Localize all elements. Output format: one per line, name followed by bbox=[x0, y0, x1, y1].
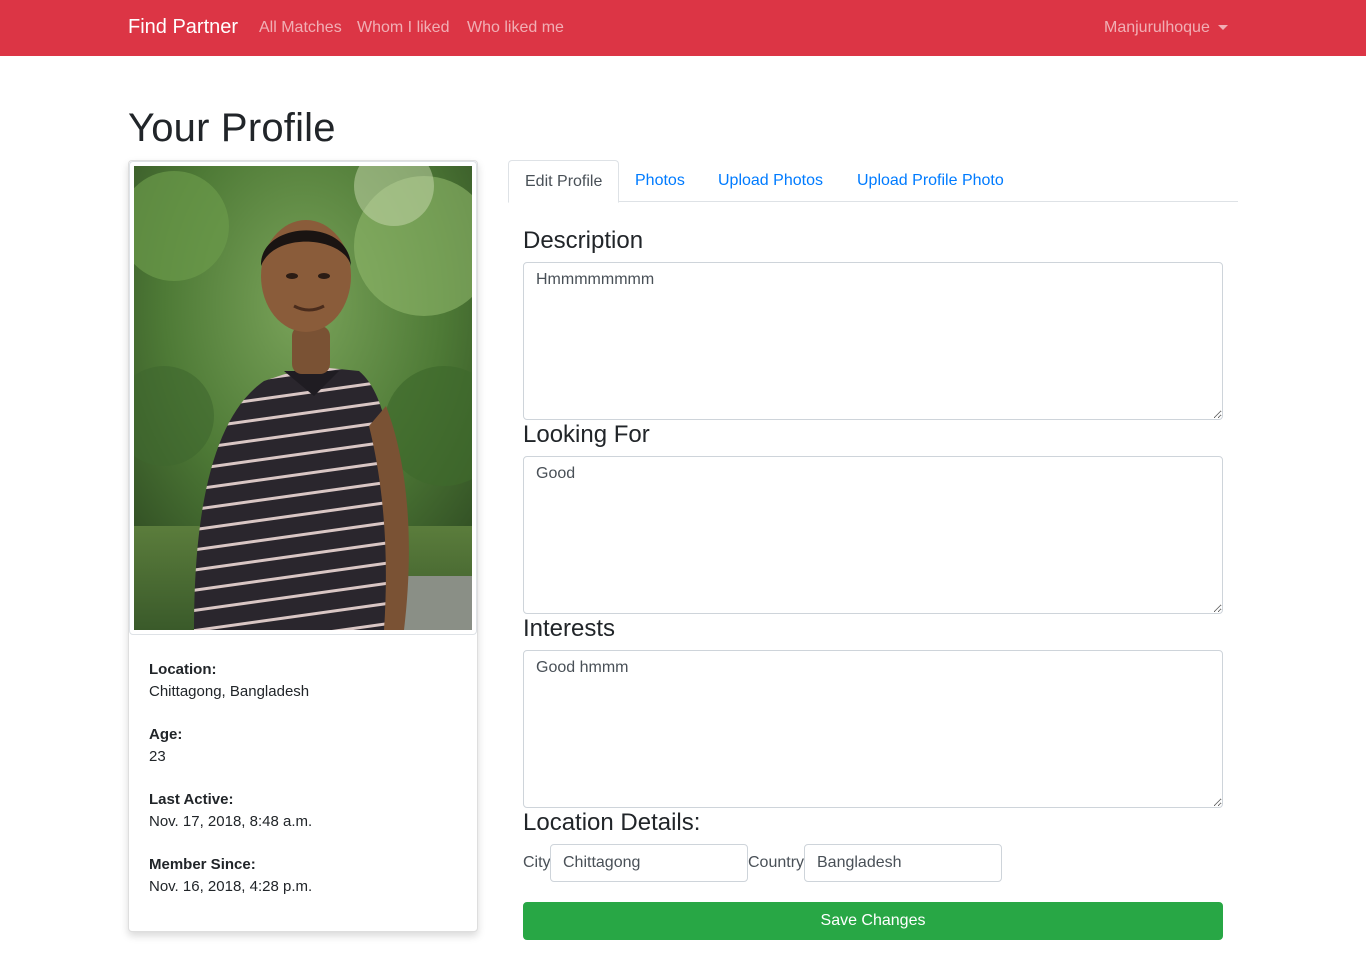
looking-for-textarea[interactable]: Good bbox=[523, 456, 1223, 614]
save-changes-button[interactable]: Save Changes bbox=[523, 902, 1223, 940]
interests-textarea[interactable]: Good hmmm bbox=[523, 650, 1223, 808]
info-location: Location: Chittagong, Bangladesh bbox=[149, 659, 449, 703]
profile-info: Location: Chittagong, Bangladesh Age: 23… bbox=[149, 659, 449, 919]
nav-whom-i-liked[interactable]: Whom I liked bbox=[357, 19, 449, 37]
info-label: Last Active: bbox=[149, 791, 234, 808]
city-label: City bbox=[523, 854, 551, 871]
info-age: Age: 23 bbox=[149, 724, 449, 768]
description-textarea[interactable]: Hmmmmmmmm bbox=[523, 262, 1223, 420]
city-input[interactable] bbox=[550, 844, 748, 882]
country-input[interactable] bbox=[804, 844, 1002, 882]
profile-card: Location: Chittagong, Bangladesh Age: 23… bbox=[128, 160, 478, 932]
info-member-since: Member Since: Nov. 16, 2018, 4:28 p.m. bbox=[149, 854, 449, 898]
info-last-active: Last Active: Nov. 17, 2018, 8:48 a.m. bbox=[149, 789, 449, 833]
tab-upload-photos[interactable]: Upload Photos bbox=[702, 160, 839, 202]
tab-edit-profile[interactable]: Edit Profile bbox=[508, 160, 620, 203]
nav-who-liked-me[interactable]: Who liked me bbox=[467, 19, 564, 37]
profile-photo bbox=[134, 166, 472, 630]
location-details-heading: Location Details: bbox=[523, 809, 701, 836]
looking-for-heading: Looking For bbox=[523, 421, 650, 448]
info-value: 23 bbox=[149, 748, 166, 765]
info-value: Nov. 17, 2018, 8:48 a.m. bbox=[149, 813, 313, 830]
info-value: Chittagong, Bangladesh bbox=[149, 683, 310, 700]
nav-all-matches[interactable]: All Matches bbox=[259, 19, 342, 37]
info-label: Member Since: bbox=[149, 856, 256, 873]
country-label: Country bbox=[748, 854, 805, 871]
caret-down-icon bbox=[1217, 24, 1228, 30]
user-name: Manjurulhoque bbox=[1104, 19, 1210, 36]
profile-photo-frame bbox=[129, 161, 477, 635]
profile-tabs: Edit Profile Photos Upload Photos Upload… bbox=[508, 160, 1238, 203]
interests-heading: Interests bbox=[523, 615, 616, 642]
user-menu-dropdown[interactable]: Manjurulhoque bbox=[1104, 19, 1228, 37]
tab-photos[interactable]: Photos bbox=[619, 160, 701, 202]
info-value: Nov. 16, 2018, 4:28 p.m. bbox=[149, 878, 313, 895]
page-title: Your Profile bbox=[128, 106, 336, 150]
info-label: Age: bbox=[149, 726, 183, 743]
tab-upload-profile-photo[interactable]: Upload Profile Photo bbox=[841, 160, 1020, 202]
info-label: Location: bbox=[149, 661, 217, 678]
top-navbar: Find Partner All Matches Whom I liked Wh… bbox=[0, 0, 1366, 56]
brand-link[interactable]: Find Partner bbox=[128, 16, 238, 39]
description-heading: Description bbox=[523, 227, 644, 254]
